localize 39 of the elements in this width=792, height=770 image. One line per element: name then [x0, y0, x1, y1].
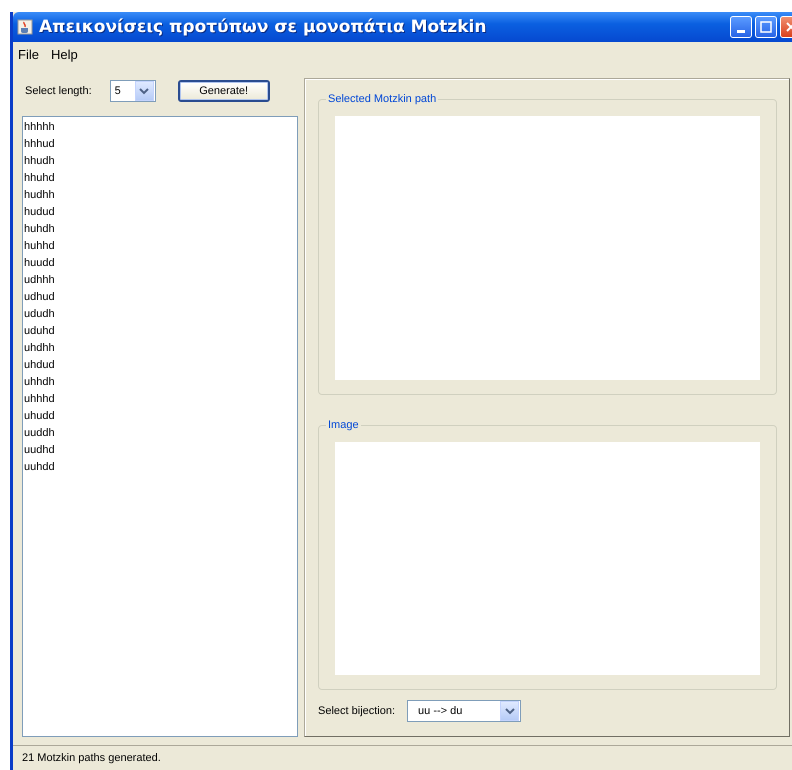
generate-button[interactable]: Generate! [178, 80, 270, 102]
path-list-item[interactable]: uuhdd [24, 459, 296, 476]
path-list-item[interactable]: uuddh [24, 425, 296, 442]
maximize-icon [760, 21, 772, 33]
path-list-item[interactable]: hhuhd [24, 170, 296, 187]
java-cup-icon [17, 19, 33, 35]
maximize-button[interactable] [755, 16, 777, 38]
path-list-item[interactable]: uhdud [24, 357, 296, 374]
minimize-icon [737, 30, 745, 32]
bijection-label: Select bijection: [318, 705, 396, 717]
menu-item[interactable]: Help [50, 46, 78, 62]
bijection-dropdown[interactable]: uu --> du [407, 700, 522, 722]
group-title: Image [326, 419, 361, 431]
length-label: Select length: [25, 85, 92, 97]
minimize-button[interactable] [730, 16, 752, 38]
path-list-item[interactable]: udhud [24, 289, 296, 306]
path-list-item[interactable]: huhdh [24, 221, 296, 238]
path-list-item[interactable]: uudhd [24, 442, 296, 459]
path-list-item[interactable]: hudhh [24, 187, 296, 204]
group-title: Selected Motzkin path [326, 93, 438, 105]
path-list-item[interactable]: hhhhh [24, 119, 296, 136]
path-list-item[interactable]: huudd [24, 255, 296, 272]
path-list-item[interactable]: uhhhd [24, 391, 296, 408]
path-list-item[interactable]: uduhd [24, 323, 296, 340]
path-list-item[interactable]: hhudh [24, 153, 296, 170]
menu-item[interactable]: File [18, 46, 39, 62]
window-title: Απεικονίσεις προτύπων σε μονοπάτια Motzkin [39, 17, 488, 37]
status-text: 21 Motzkin paths generated. [22, 752, 161, 764]
path-list-item[interactable]: hhhud [24, 136, 296, 153]
path-list-item[interactable]: udhhh [24, 272, 296, 289]
chevron-down-icon [504, 707, 515, 715]
chevron-down-icon [139, 87, 150, 95]
path-list-item[interactable]: ududh [24, 306, 296, 323]
path-list-item[interactable]: huhhd [24, 238, 296, 255]
path-list-item[interactable]: uhhdh [24, 374, 296, 391]
path-list-item[interactable]: uhudd [24, 408, 296, 425]
path-list-item[interactable]: uhdhh [24, 340, 296, 357]
path-list-item[interactable]: hudud [24, 204, 296, 221]
length-dropdown[interactable]: 5 [110, 80, 156, 102]
